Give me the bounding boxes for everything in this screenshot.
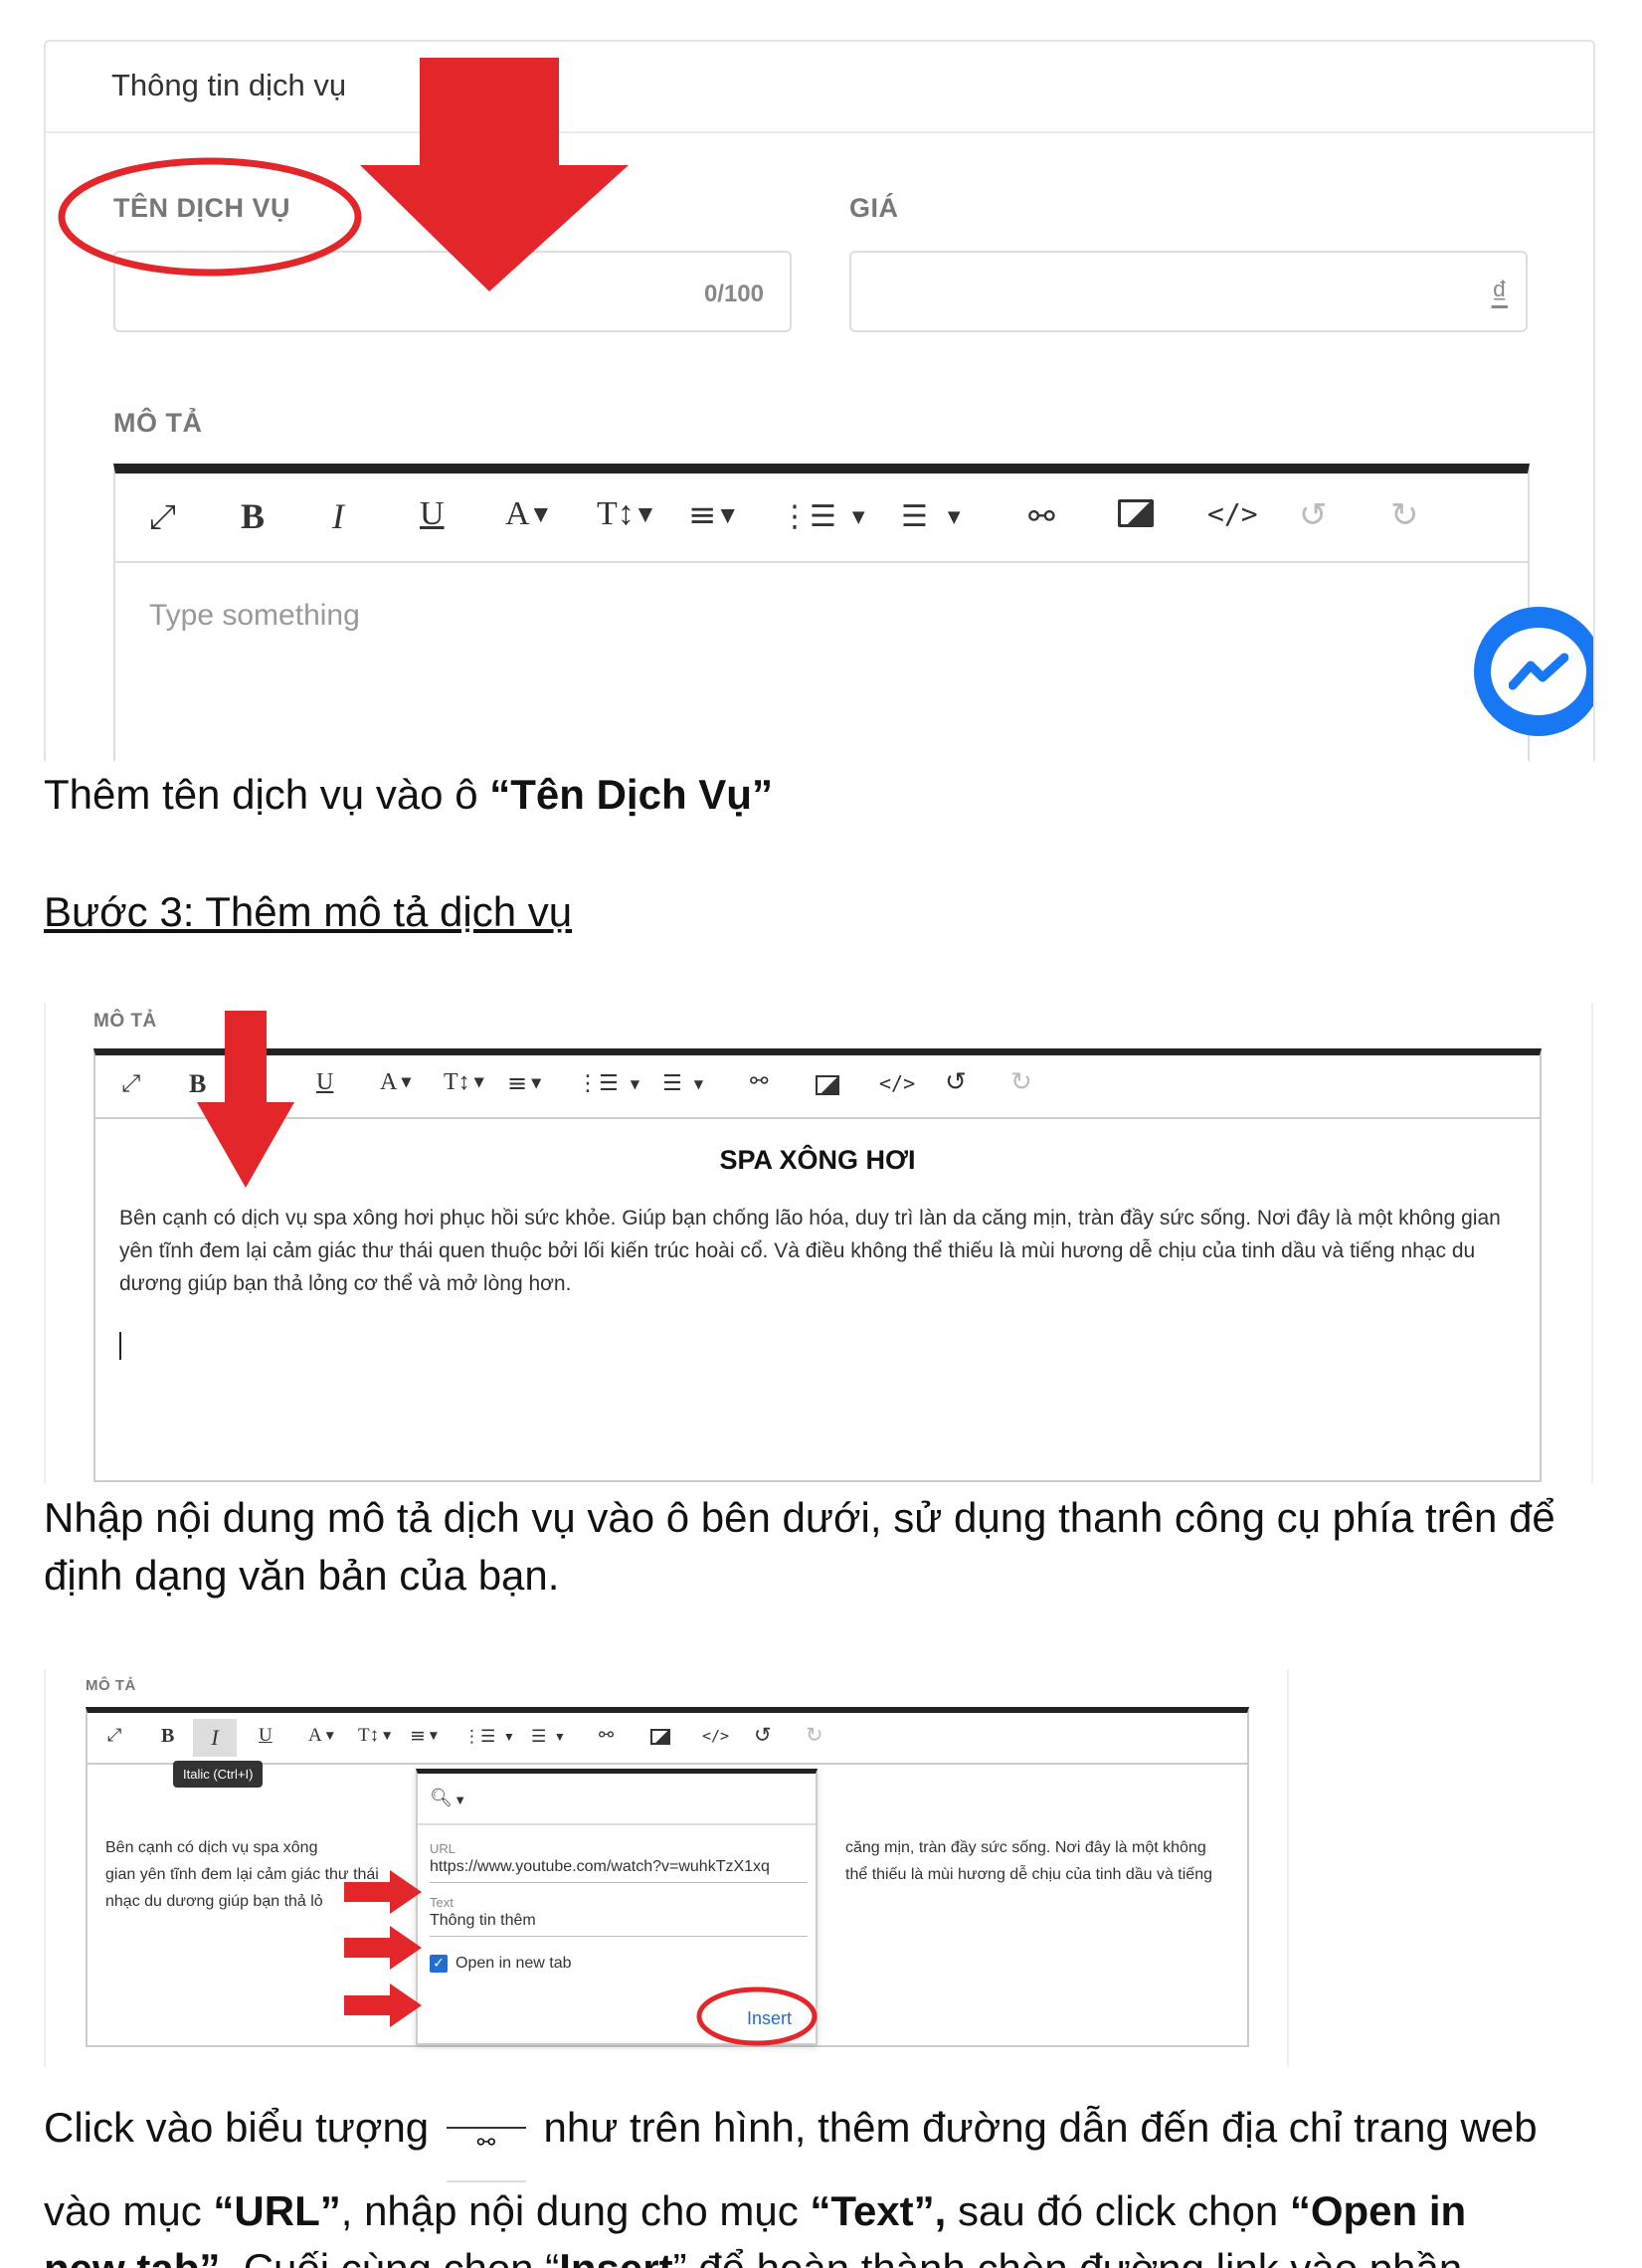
price-label: GIÁ [849,193,899,223]
service-form-screenshot: Thông tin dịch vụ TÊN DỊCH VỤ 0/100 GIÁ … [44,40,1595,761]
link-icon[interactable]: ⚯ [1028,497,1055,535]
description-label: MÔ TẢ [86,1677,136,1694]
search-icon: 🔍︎ [430,1788,453,1808]
redo-icon[interactable]: ↻ [806,1723,823,1747]
card-header: Thông tin dịch vụ [46,42,1593,133]
card-title: Thông tin dịch vụ [111,68,347,102]
font-size-dropdown[interactable]: T↕ ▼ [597,495,652,533]
insert-link-screenshot: MÔ TẢ ⤢ B I U A ▼ T↕ ▼ ≡ ▼ ⋮☰ ▼ ☰ ▼ ⚯ </> ↺ ↻… [44,1669,1289,2067]
bold-button[interactable]: B [241,495,265,537]
code-icon[interactable]: </> [702,1727,729,1745]
caption-insert-link: Click vào biểu tượng ⚯ như trên hình, th… [44,2104,1538,2268]
caption-description: Nhập nội dung mô tả dịch vụ vào ô bên dư… [44,1494,1555,1599]
description-editor: ⤢ B U A ▼ T↕ ▼ ≡ ▼ ⋮☰ ▼ ☰ ▼ ⚯ </> ↺ ↻ SPA XÔN… [93,1048,1542,1482]
undo-icon[interactable]: ↺ [945,1067,967,1097]
body-line-1: Bên cạnh có dịch vụ spa xông [105,1839,318,1856]
url-label: URL [430,1841,456,1856]
ordered-list-dropdown[interactable]: ⋮☰ ▼ [577,1071,639,1096]
editor-placeholder: Type something [149,599,360,632]
font-color-dropdown[interactable]: A ▼ [308,1725,334,1747]
char-counter: 0/100 [703,281,764,307]
redo-icon[interactable]: ↻ [1010,1067,1032,1097]
text-label: Text [430,1895,454,1910]
url-input[interactable]: https://www.youtube.com/watch?v=wuhkTzX1… [430,1856,808,1883]
description-label: MÔ TẢ [113,408,203,438]
down-arrow-annotation [360,58,629,291]
align-dropdown[interactable]: ≡ ▼ [410,1725,438,1747]
link-icon[interactable]: ⚯ [599,1725,614,1746]
description-editor: ⤢ B I U A ▼ T↕ ▼ ≡ ▼ ⋮☰ ▼ ☰ ▼ ⚯ </> ↺ ↻ Type … [113,464,1530,761]
description-editor-screenshot: MÔ TẢ ⤢ B U A ▼ T↕ ▼ ≡ ▼ ⋮☰ ▼ ☰ ▼ ⚯ </> ↺ ↻ S… [44,1003,1593,1484]
open-new-tab-checkbox[interactable]: ✓ [430,1955,448,1973]
unordered-list-dropdown[interactable]: ☰ ▼ [531,1727,563,1747]
expand-icon[interactable]: ⤢ [121,1069,140,1097]
editor-toolbar: ⤢ B I U A ▼ T↕ ▼ ≡ ▼ ⋮☰ ▼ ☰ ▼ ⚯ </> ↺ ↻ [115,473,1528,563]
undo-icon[interactable]: ↺ [1299,495,1328,535]
description-editor: ⤢ B I U A ▼ T↕ ▼ ≡ ▼ ⋮☰ ▼ ☰ ▼ ⚯ </> ↺ ↻ Itali… [86,1707,1249,2047]
italic-button[interactable]: I [332,495,344,537]
text-cursor [119,1332,121,1360]
underline-button[interactable]: U [259,1725,273,1747]
ordered-list-dropdown[interactable]: ⋮☰ ▼ [780,499,865,534]
highlight-circle [58,157,362,277]
code-icon[interactable]: </> [879,1071,915,1095]
unordered-list-dropdown[interactable]: ☰ ▼ [901,499,961,534]
italic-button[interactable]: I [193,1719,237,1757]
body-line-2-right: thể thiếu là mùi hương dễ chịu của tinh … [845,1866,1212,1883]
body-line-1-right: căng mịn, tràn đầy sức sống. Nơi đây là … [845,1839,1206,1856]
caption-service-name: Thêm tên dịch vụ vào ô “Tên Dịch Vụ” [44,771,773,818]
redo-icon[interactable]: ↻ [1390,495,1419,535]
font-size-dropdown[interactable]: T↕ ▼ [444,1069,484,1096]
url-arrow-annotation [344,1870,422,1914]
font-color-dropdown[interactable]: A ▼ [505,495,548,533]
inline-link-icon: ⚯ [446,2127,526,2182]
messenger-icon[interactable] [1474,607,1593,736]
code-icon[interactable]: </> [1207,497,1258,530]
underline-button[interactable]: U [420,495,445,533]
open-new-tab-label: Open in new tab [456,1955,572,1972]
image-icon[interactable] [650,1729,670,1745]
expand-icon[interactable]: ⤢ [107,1725,121,1746]
image-icon[interactable] [816,1075,839,1095]
font-color-dropdown[interactable]: A ▼ [380,1069,412,1096]
editor-toolbar: ⤢ B U A ▼ T↕ ▼ ≡ ▼ ⋮☰ ▼ ☰ ▼ ⚯ </> ↺ ↻ [95,1055,1540,1119]
step3-heading: Bước 3: Thêm mô tả dịch vụ [44,888,573,935]
ordered-list-dropdown[interactable]: ⋮☰ ▼ [463,1727,512,1747]
body-line-3: nhạc du dương giúp bạn thả lỏ [105,1893,323,1910]
editor-title: SPA XÔNG HƠI [719,1145,916,1175]
align-dropdown[interactable]: ≡ ▼ [507,1069,541,1097]
font-size-dropdown[interactable]: T↕ ▼ [358,1725,391,1747]
price-input[interactable]: ₫ [849,251,1528,332]
underline-button[interactable]: U [316,1069,333,1096]
editor-content-area[interactable]: SPA XÔNG HƠI Bên cạnh có dịch vụ spa xôn… [95,1119,1540,1477]
editor-body-text: Bên cạnh có dịch vụ spa xông hơi phục hồ… [119,1207,1501,1295]
description-label: MÔ TẢ [93,1011,157,1032]
text-arrow-annotation [344,1926,422,1970]
unordered-list-dropdown[interactable]: ☰ ▼ [662,1071,703,1096]
image-icon[interactable] [1118,499,1154,527]
editor-toolbar: ⤢ B I U A ▼ T↕ ▼ ≡ ▼ ⋮☰ ▼ ☰ ▼ ⚯ </> ↺ ↻ Itali… [88,1713,1247,1788]
link-search-dropdown[interactable]: 🔍︎ ▼ [418,1774,816,1825]
currency-unit: ₫ [1491,275,1508,310]
align-dropdown[interactable]: ≡ ▼ [688,495,735,535]
insert-highlight-circle [696,1986,818,2046]
editor-content-area[interactable]: Type something [115,563,1528,761]
link-icon[interactable]: ⚯ [750,1069,768,1094]
checkbox-arrow-annotation [344,1984,422,2027]
text-input[interactable]: Thông tin thêm [430,1910,808,1937]
down-arrow-annotation [197,1011,294,1188]
body-line-2: gian yên tĩnh đem lại cảm giác thư thái [105,1866,379,1883]
bold-button[interactable]: B [161,1725,174,1748]
undo-icon[interactable]: ↺ [754,1723,772,1747]
insert-link-popup: 🔍︎ ▼ URL https://www.youtube.com/watch?v=… [416,1769,818,2046]
expand-icon[interactable]: ⤢ [149,497,176,537]
